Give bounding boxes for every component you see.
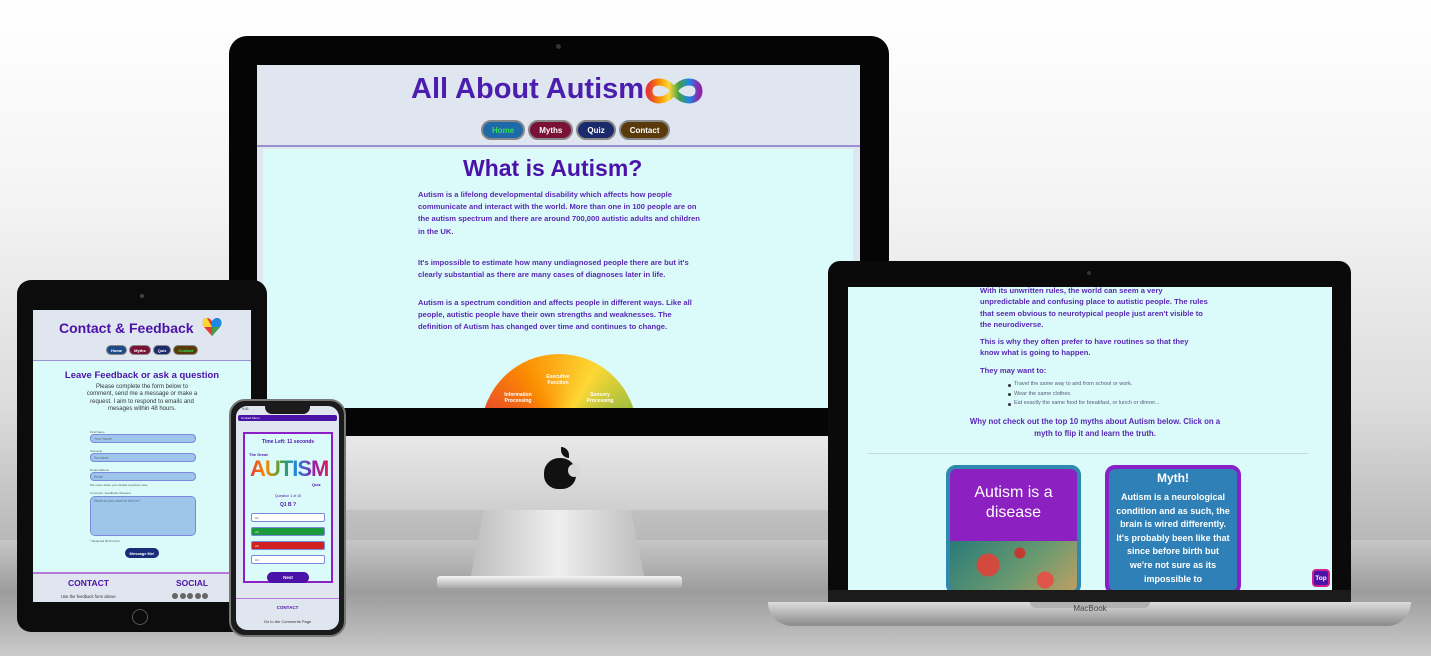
- home-content: What is Autism? Autism is a lifelong dev…: [263, 149, 853, 408]
- page-heading: What is Autism?: [463, 155, 643, 181]
- apple-logo-bite: [568, 464, 580, 477]
- myths-cta: Why not check out the top 10 myths about…: [969, 417, 1221, 438]
- send-message-button[interactable]: Message Me!: [125, 548, 159, 558]
- routines-list: Travel the same way to and from school o…: [1008, 380, 1218, 409]
- myth-card-front[interactable]: Autism is a disease: [946, 465, 1081, 590]
- footer-contact-link[interactable]: Go to the Comments Page: [236, 619, 339, 624]
- laptop-screen: With its unwritten rules, the world can …: [848, 287, 1332, 590]
- imac-stand-foot: [437, 576, 682, 588]
- routines-paragraph: This is why they often prefer to have ro…: [980, 337, 1189, 358]
- nav-myths[interactable]: Myths: [528, 120, 574, 140]
- nav-home[interactable]: Home: [106, 345, 128, 355]
- twitter-icon[interactable]: [179, 593, 186, 599]
- spectrum-label: Executive Function: [546, 374, 570, 386]
- social-icons: [172, 593, 208, 599]
- nav-contact[interactable]: Contact: [618, 120, 671, 140]
- comment-label: Comment, Feedback, Request: [90, 491, 131, 495]
- phone-menu-bar[interactable]: Contact Menu: [238, 415, 337, 421]
- contact-form-section: Leave Feedback or ask a question Please …: [33, 360, 251, 572]
- list-item: Travel the same way to and from school o…: [1008, 380, 1218, 390]
- nav-myths[interactable]: Myths: [129, 345, 151, 355]
- camera-icon: [1087, 271, 1091, 275]
- youtube-icon[interactable]: [194, 593, 201, 599]
- home-button-icon: [132, 609, 148, 625]
- imac-stand: [470, 510, 645, 580]
- linkedin-icon[interactable]: [202, 593, 208, 599]
- footer-contact-link[interactable]: Use the feedback form above: [61, 594, 116, 599]
- myth-card-back-title: Myth!: [1157, 471, 1189, 485]
- quiz-title-suffix: Quiz: [312, 482, 321, 487]
- answer-button[interactable]: A1: [251, 513, 325, 522]
- footer-contact-heading: CONTACT: [276, 605, 299, 610]
- phone-screen: 9:41 Contact Menu Time Left: 11 seconds …: [236, 406, 339, 630]
- privacy-note: We never share your details anywhere els…: [90, 483, 148, 487]
- laptop-hinge: [828, 590, 1351, 602]
- question-text: Q1 B ?: [279, 502, 297, 508]
- menu-bar-label: Contact Menu: [241, 415, 260, 420]
- routines-list-intro: They may want to:: [980, 366, 1047, 375]
- spectrum-label: Sensory Processing: [586, 392, 614, 404]
- main-nav: Home Myths Quiz Contact: [481, 120, 671, 140]
- infinity-logo-icon: [645, 78, 703, 104]
- facebook-icon[interactable]: [172, 593, 178, 599]
- comment-textarea[interactable]: What do you want to tell me?: [90, 496, 196, 536]
- answer-button[interactable]: A2: [251, 527, 325, 536]
- virus-image: [950, 541, 1077, 590]
- quiz-title-autism: AUTISM: [250, 456, 329, 481]
- undiagnosed-paragraph: It's impossible to estimate how many und…: [418, 258, 689, 280]
- first-name-field[interactable]: Your Name: [90, 434, 196, 443]
- myth-card-title: Autism is a disease: [974, 484, 1053, 521]
- surname-field[interactable]: Surname: [90, 453, 196, 462]
- next-question-button[interactable]: Next: [267, 572, 309, 583]
- site-footer: CONTACT SOCIAL Use the feedback form abo…: [33, 572, 251, 602]
- nav-quiz[interactable]: Quiz: [576, 120, 616, 140]
- nav-contact[interactable]: Contact: [173, 345, 199, 355]
- quiz-panel: Time Left: 11 seconds The Great AUTISM Q…: [243, 432, 333, 583]
- page-title: Contact & Feedback: [59, 320, 194, 336]
- desktop-screen: All About Autism Home Myths Quiz Contact…: [257, 65, 860, 408]
- list-item: Eat exactly the same food for breakfast,…: [1008, 399, 1218, 409]
- nav-quiz[interactable]: Quiz: [152, 345, 172, 355]
- required-note: * Required fill this form: [90, 539, 121, 543]
- quiz-timer: Time Left: 11 seconds: [261, 439, 315, 445]
- site-header: All About Autism Home Myths Quiz Contact: [257, 65, 860, 147]
- answer-button[interactable]: A3: [251, 541, 325, 550]
- question-counter: Question 1 of 10: [274, 494, 302, 498]
- intro-paragraph: Autism is a lifelong developmental disab…: [418, 190, 700, 236]
- list-item: Wear the same clothes.: [1008, 390, 1218, 400]
- routines-paragraph: With its unwritten rules, the world can …: [980, 287, 1208, 330]
- footer-social-heading: SOCIAL: [176, 578, 209, 588]
- spectrum-wheel-image: Executive Function Information Processin…: [481, 354, 637, 408]
- back-to-top-button[interactable]: Top: [1312, 569, 1330, 587]
- laptop-brand: MacBook: [1073, 604, 1107, 613]
- site-footer: CONTACT Go to the Comments Page: [236, 598, 339, 630]
- site-title[interactable]: All About Autism: [411, 73, 644, 106]
- instagram-icon[interactable]: [187, 593, 193, 599]
- form-heading: Leave Feedback or ask a question: [64, 370, 220, 381]
- camera-icon: [140, 294, 144, 298]
- answer-button[interactable]: A4: [251, 555, 325, 564]
- myth-card-back-text: Autism is a neurological condition and a…: [1116, 492, 1230, 584]
- status-time: 9:41: [242, 407, 249, 411]
- email-field[interactable]: Email: [90, 472, 196, 481]
- camera-icon: [556, 44, 561, 49]
- spectrum-paragraph: Autism is a spectrum condition and affec…: [418, 298, 692, 332]
- puzzle-heart-logo-icon: [202, 318, 222, 336]
- nav-home[interactable]: Home: [481, 120, 526, 140]
- myth-card-back[interactable]: Myth! Autism is a neurological condition…: [1105, 465, 1241, 590]
- tablet-screen: Contact & Feedback Home Myths Quiz Conta…: [33, 310, 251, 602]
- phone-notch: [265, 406, 310, 414]
- form-intro: Please complete the form below to commen…: [86, 384, 198, 413]
- spectrum-label: Information Processing: [504, 392, 532, 404]
- main-nav: Home Myths Quiz Contact: [106, 345, 199, 355]
- footer-contact-heading: CONTACT: [68, 578, 109, 588]
- divider: [868, 453, 1308, 454]
